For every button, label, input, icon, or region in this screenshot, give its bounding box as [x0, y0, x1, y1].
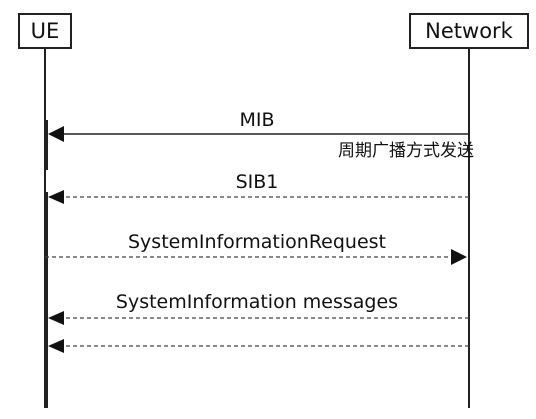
message-si-messages: SystemInformation messages	[48, 291, 469, 325]
message-mib-arrowhead	[48, 126, 64, 142]
broadcast-note: 周期广播方式发送	[338, 141, 474, 161]
participant-ue: UE	[18, 13, 72, 49]
message-si-messages-arrowhead	[48, 311, 64, 325]
message-sib1-label: SIB1	[236, 171, 279, 193]
sequence-diagram: UE Network MIB 周期广播方式发送 SIB1 SystemInfor…	[18, 13, 529, 408]
message-si-messages-label: SystemInformation messages	[116, 291, 398, 313]
message-sib1: SIB1	[48, 171, 469, 204]
message-mib: MIB	[48, 109, 469, 142]
participant-ue-label: UE	[31, 19, 60, 43]
message-mib-label: MIB	[239, 109, 274, 131]
message-si-request-arrowhead	[451, 249, 467, 265]
message-si-continued	[48, 339, 469, 353]
message-sib1-arrowhead	[48, 190, 64, 204]
message-si-request: SystemInformationRequest	[45, 231, 467, 265]
participant-network-label: Network	[425, 19, 514, 43]
message-si-request-label: SystemInformationRequest	[128, 231, 386, 253]
participant-network: Network	[409, 13, 529, 49]
message-si-continued-arrowhead	[48, 339, 64, 353]
ue-activation-1	[44, 120, 48, 170]
ue-activation-2	[44, 192, 48, 408]
